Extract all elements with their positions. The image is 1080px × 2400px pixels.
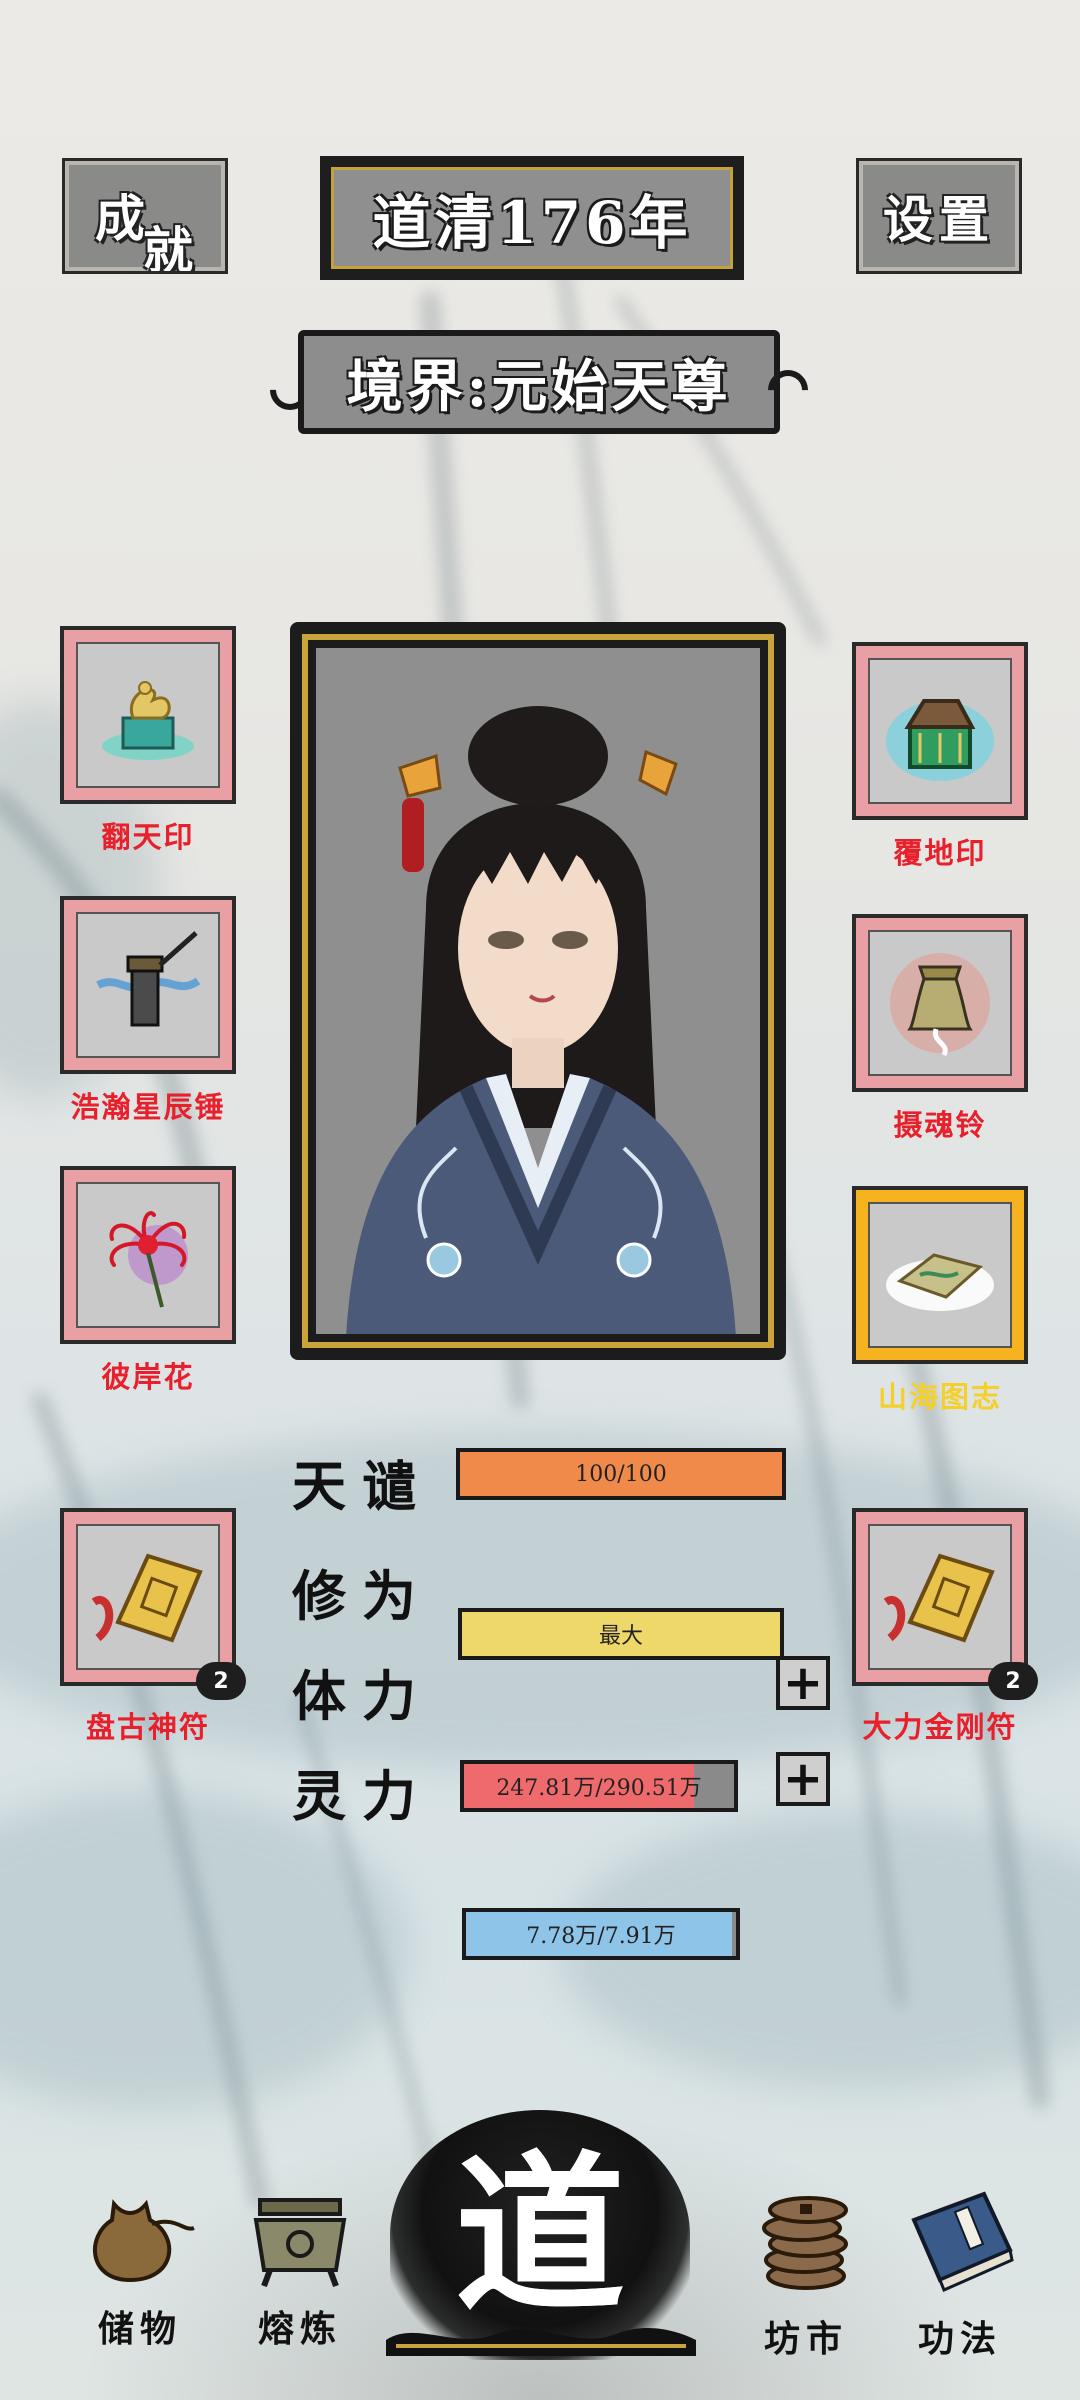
settings-label: 设置	[883, 190, 995, 249]
tianqian-value: 100/100	[575, 1461, 667, 1487]
item-label: 盘古神符	[85, 1710, 210, 1744]
item-slot-soul-bell[interactable]: 摄魂铃	[852, 914, 1028, 1142]
dragon-seal-icon	[102, 681, 194, 760]
lingli-value: 7.78万/7.91万	[526, 1924, 676, 1949]
dao-character: 道	[454, 2135, 625, 2335]
soul-bell-icon	[890, 953, 990, 1057]
add-lingli-button[interactable]: +	[776, 1752, 830, 1806]
xiuwei-value: 最大	[598, 1624, 643, 1649]
item-label: 彼岸花	[101, 1360, 195, 1394]
nav-techniques-button[interactable]: 功法	[890, 2180, 1030, 2362]
nav-market-button[interactable]: 坊市	[736, 2180, 876, 2362]
item-slot-shanhai-map[interactable]: 山海图志	[852, 1186, 1028, 1414]
stat-label-lingli: 灵力	[292, 1764, 432, 1828]
stat-label-tili: 体力	[292, 1664, 432, 1728]
nav-market-label: 坊市	[763, 2318, 848, 2360]
character-portrait-frame[interactable]	[290, 622, 786, 1360]
achievements-label-char2: 就	[143, 221, 199, 274]
year-title-plaque: 道清176年	[326, 162, 738, 274]
add-tili-button[interactable]: +	[776, 1656, 830, 1710]
nav-storage-button[interactable]: 储物	[70, 2180, 210, 2352]
red-spider-lily-icon	[109, 1211, 188, 1308]
item-label: 山海图志	[877, 1380, 1002, 1414]
lingli-bar: 7.78万/7.91万	[462, 1908, 740, 1960]
tili-value: 247.81万/290.51万	[496, 1776, 702, 1801]
item-slot-fantian-seal[interactable]: 翻天印	[60, 626, 236, 854]
nav-smelt-button[interactable]: 熔炼	[230, 2180, 370, 2352]
talisman-scroll-icon	[91, 1553, 203, 1643]
item-slot-star-hammer[interactable]: 浩瀚星辰锤	[60, 896, 236, 1124]
item-slot-pangu-talisman[interactable]: 2 盘古神符	[60, 1508, 246, 1744]
stat-label-xiuwei: 修为	[292, 1564, 432, 1628]
item-slot-vajra-talisman[interactable]: 2 大力金刚符	[852, 1508, 1038, 1744]
tianqian-bar: 100/100	[456, 1448, 786, 1500]
item-label: 浩瀚星辰锤	[70, 1090, 226, 1124]
item-count-badge: 2	[988, 1662, 1038, 1700]
achievements-button[interactable]: 成 就	[62, 158, 228, 274]
character-portrait	[316, 648, 760, 1334]
realm-title: 境界:元始天尊	[298, 330, 780, 434]
nav-storage-label: 储物	[97, 2308, 182, 2350]
earth-seal-icon	[886, 699, 994, 781]
star-hammer-icon	[96, 931, 201, 1027]
settings-button[interactable]: 设置	[856, 158, 1022, 274]
world-map-scroll-icon	[886, 1253, 994, 1311]
pouch-icon	[93, 2199, 195, 2283]
nav-techniques-label: 功法	[917, 2318, 1002, 2360]
year-title: 道清176年	[326, 162, 738, 274]
book-icon	[911, 2191, 1014, 2292]
talisman-scroll-icon	[883, 1553, 995, 1643]
cloud-scroll-icon	[386, 2327, 696, 2356]
coin-stack-icon	[762, 2196, 848, 2290]
tili-bar: 247.81万/290.51万	[460, 1760, 738, 1812]
stat-label-tianqian: 天谴	[292, 1454, 432, 1518]
realm-plaque: 境界:元始天尊	[298, 330, 780, 434]
item-label: 摄魂铃	[893, 1108, 987, 1142]
item-count-badge: 2	[196, 1662, 246, 1700]
item-slot-fudi-seal[interactable]: 覆地印	[852, 642, 1028, 870]
nav-smelt-label: 熔炼	[257, 2308, 342, 2350]
item-label: 大力金刚符	[862, 1710, 1018, 1744]
xiuwei-bar: 最大	[458, 1608, 784, 1660]
item-label: 翻天印	[101, 820, 195, 854]
item-slot-spider-lily[interactable]: 彼岸花	[60, 1166, 236, 1394]
cauldron-icon	[253, 2198, 347, 2288]
item-label: 覆地印	[893, 836, 987, 870]
character-illustration-icon	[346, 706, 736, 1334]
